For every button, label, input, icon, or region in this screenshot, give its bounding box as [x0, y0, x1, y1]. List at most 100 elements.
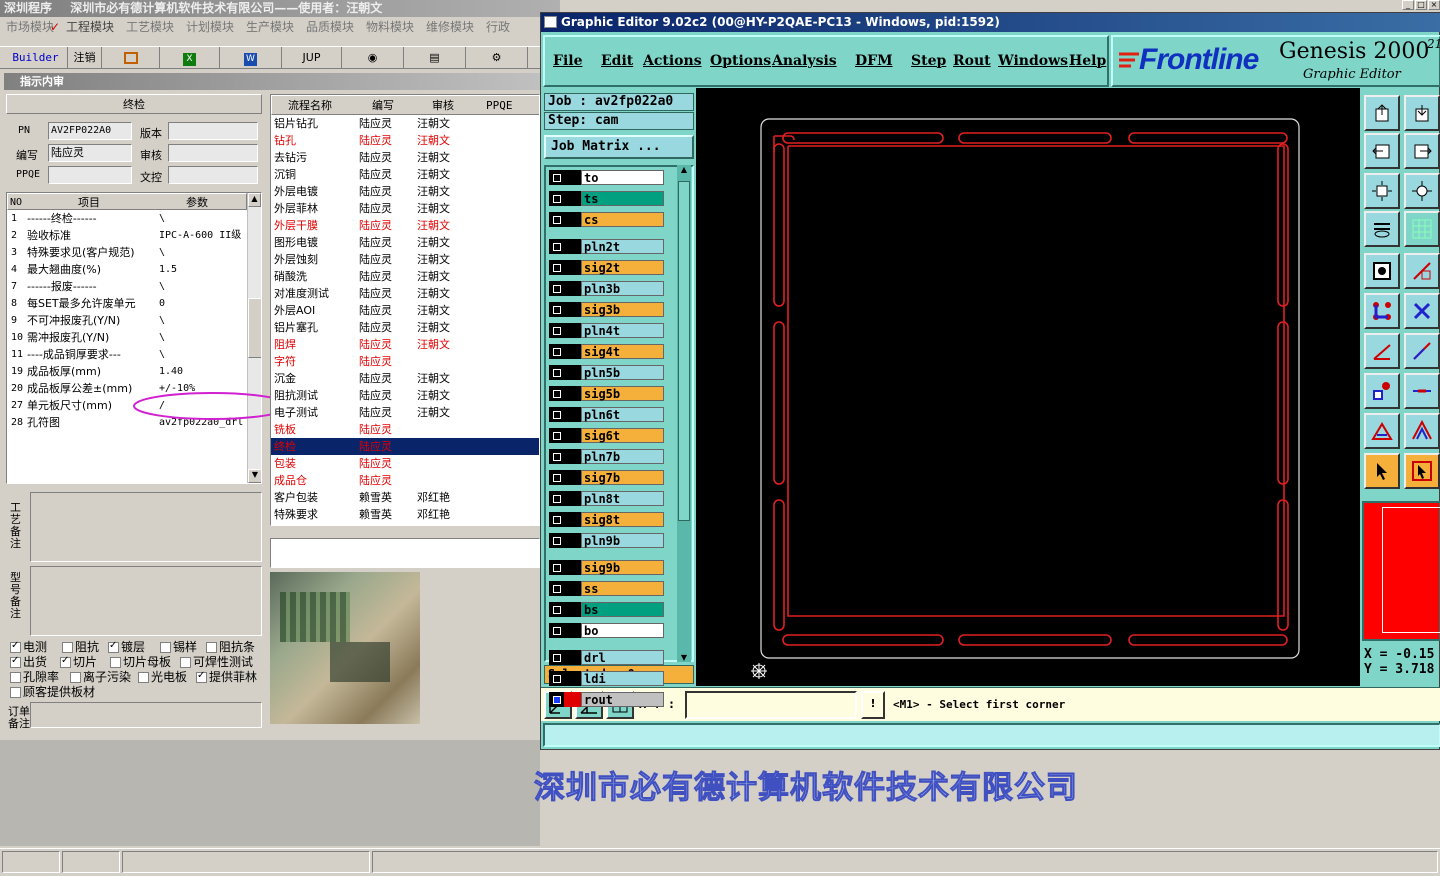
layer-checkbox-icon[interactable] [553, 564, 561, 572]
layer-toggle[interactable] [549, 170, 564, 185]
menu-actions[interactable]: Actions [643, 53, 702, 69]
layer-row-sig6t[interactable]: sig6t [549, 428, 664, 443]
layer-toggle[interactable] [549, 491, 564, 506]
layer-row-pln5b[interactable]: pln5b [549, 365, 664, 380]
angle-line-icon[interactable] [1364, 333, 1400, 369]
layer-toggle[interactable] [549, 323, 564, 338]
zoom-home-icon[interactable] [1404, 173, 1440, 209]
layer-toggle[interactable] [549, 581, 564, 596]
layer-checkbox-icon[interactable] [553, 216, 561, 224]
layer-toggle[interactable] [549, 302, 564, 317]
layer-row-pln8t[interactable]: pln8t [549, 491, 664, 506]
layer-row-rout[interactable]: rout [549, 692, 664, 707]
author-field[interactable]: 陆应灵 [48, 144, 132, 162]
layer-toggle[interactable] [549, 281, 564, 296]
layer-row-ldi[interactable]: ldi [549, 671, 664, 686]
layer-toggle[interactable] [549, 260, 564, 275]
option-checkbox[interactable]: 光电板 [138, 668, 187, 685]
layer-checkbox-icon[interactable] [553, 585, 561, 593]
checkbox-icon[interactable] [108, 640, 119, 653]
layer-checkbox-icon[interactable] [553, 243, 561, 251]
layer-row-sig5b[interactable]: sig5b [549, 386, 664, 401]
review-field[interactable] [168, 144, 258, 162]
layer-toggle[interactable] [549, 407, 564, 422]
layer-toggle[interactable] [549, 560, 564, 575]
zoom-fit-icon[interactable] [1364, 173, 1400, 209]
triangle-double-icon[interactable] [1404, 413, 1440, 449]
flow-remark-field[interactable] [270, 538, 540, 568]
flow-row[interactable]: 外层菲林 陆应灵 汪朝文 [271, 200, 539, 217]
layer-toggle[interactable] [549, 470, 564, 485]
layer-row-sig8t[interactable]: sig8t [549, 512, 664, 527]
layer-row-cs[interactable]: cs [549, 212, 664, 227]
database-icon[interactable]: ▤ [404, 47, 466, 69]
layer-checkbox-icon[interactable] [553, 696, 561, 704]
model-notes-field[interactable] [30, 566, 262, 636]
menu-edit[interactable]: Edit [601, 53, 633, 69]
layer-row-to[interactable]: to [549, 170, 664, 185]
flow-row[interactable]: 外层电镀 陆应灵 汪朝文 [271, 183, 539, 200]
layer-checkbox-icon[interactable] [553, 675, 561, 683]
layer-checkbox-icon[interactable] [553, 627, 561, 635]
layer-checkbox-icon[interactable] [553, 495, 561, 503]
item-row[interactable]: 3 特殊要求见(客户规范) \ [7, 244, 247, 261]
layer-toggle[interactable] [549, 650, 564, 665]
checkbox-icon[interactable] [10, 672, 21, 683]
layer-checkbox-icon[interactable] [553, 306, 561, 314]
pad-add-icon[interactable] [1364, 373, 1400, 409]
layer-checkbox-icon[interactable] [553, 606, 561, 614]
layer-scroll-down-icon[interactable]: ▼ [677, 653, 691, 662]
item-row[interactable]: 8 每SET最多允许废单元 0 [7, 295, 247, 312]
flow-row[interactable]: 终检 陆应灵 [271, 438, 539, 455]
flow-row[interactable]: 钻孔 陆应灵 汪朝文 [271, 132, 539, 149]
layer-checkbox-icon[interactable] [553, 369, 561, 377]
xy-input[interactable] [685, 691, 857, 719]
flow-row[interactable]: 阻抗测试 陆应灵 汪朝文 [271, 387, 539, 404]
items-scrollbar[interactable]: ▲ ▼ [247, 193, 261, 483]
option-checkbox[interactable]: 提供菲林 [196, 668, 257, 685]
item-row[interactable]: 4 最大翘曲度(%) 1.5 [7, 261, 247, 278]
scroll-up-icon[interactable]: ▲ [248, 193, 261, 207]
layer-toggle[interactable] [549, 671, 564, 686]
module-tab[interactable]: 生产模块 [246, 17, 294, 37]
flow-row[interactable]: 沉铜 陆应灵 汪朝文 [271, 166, 539, 183]
bg-window-controls[interactable]: _ □ × [1402, 0, 1440, 10]
menu-file[interactable]: File [553, 53, 582, 69]
pointer-icon[interactable] [1364, 453, 1400, 489]
add-shape-icon[interactable] [1404, 253, 1440, 289]
checkbox-icon[interactable] [206, 642, 217, 653]
flow-row[interactable]: 阻焊 陆应灵 汪朝文 [271, 336, 539, 353]
layer-row-sig7b[interactable]: sig7b [549, 470, 664, 485]
menu-analysis[interactable]: Analysis [772, 53, 837, 69]
doc-field[interactable] [168, 166, 258, 184]
module-tab[interactable]: 市场模块 [6, 17, 54, 37]
flow-row[interactable]: 成品仓 陆应灵 [271, 472, 539, 489]
scroll-down-icon[interactable]: ▼ [248, 469, 261, 483]
flow-row[interactable]: 硝酸洗 陆应灵 汪朝文 [271, 268, 539, 285]
layer-checkbox-icon[interactable] [553, 516, 561, 524]
select-box-icon[interactable] [1364, 253, 1400, 289]
minimize-icon[interactable]: _ [1402, 0, 1414, 10]
module-tab[interactable]: 工程模块 [66, 17, 114, 37]
layer-checkbox-icon[interactable] [553, 264, 561, 272]
checkbox-icon[interactable] [10, 687, 21, 698]
items-grid[interactable]: NO 项目 参数 1 ------终检------ \ 2 验收标准 IPC-A-600 … [6, 192, 262, 484]
diagonal-line-icon[interactable] [1404, 333, 1440, 369]
version-field[interactable] [168, 122, 258, 140]
flow-row[interactable]: 去钻污 陆应灵 汪朝文 [271, 149, 539, 166]
layer-toggle[interactable] [549, 512, 564, 527]
layer-row-ss[interactable]: ss [549, 581, 664, 596]
graphic-canvas[interactable] [696, 88, 1360, 686]
menu-dfm[interactable]: DFM [855, 53, 893, 69]
report-icon[interactable] [102, 47, 160, 69]
menu-windows[interactable]: Windows [998, 53, 1068, 69]
alert-icon[interactable]: ! [861, 691, 885, 719]
checkbox-icon[interactable] [138, 672, 149, 683]
cross-icon[interactable] [1404, 293, 1440, 329]
grid-icon[interactable] [1404, 211, 1440, 247]
job-matrix-button[interactable]: Job Matrix ... [544, 135, 694, 159]
layer-toggle[interactable] [549, 344, 564, 359]
pointer-select-icon[interactable] [1404, 453, 1440, 489]
craft-notes-field[interactable] [30, 492, 262, 562]
pn-field[interactable]: AV2FP022A0 [48, 122, 132, 140]
